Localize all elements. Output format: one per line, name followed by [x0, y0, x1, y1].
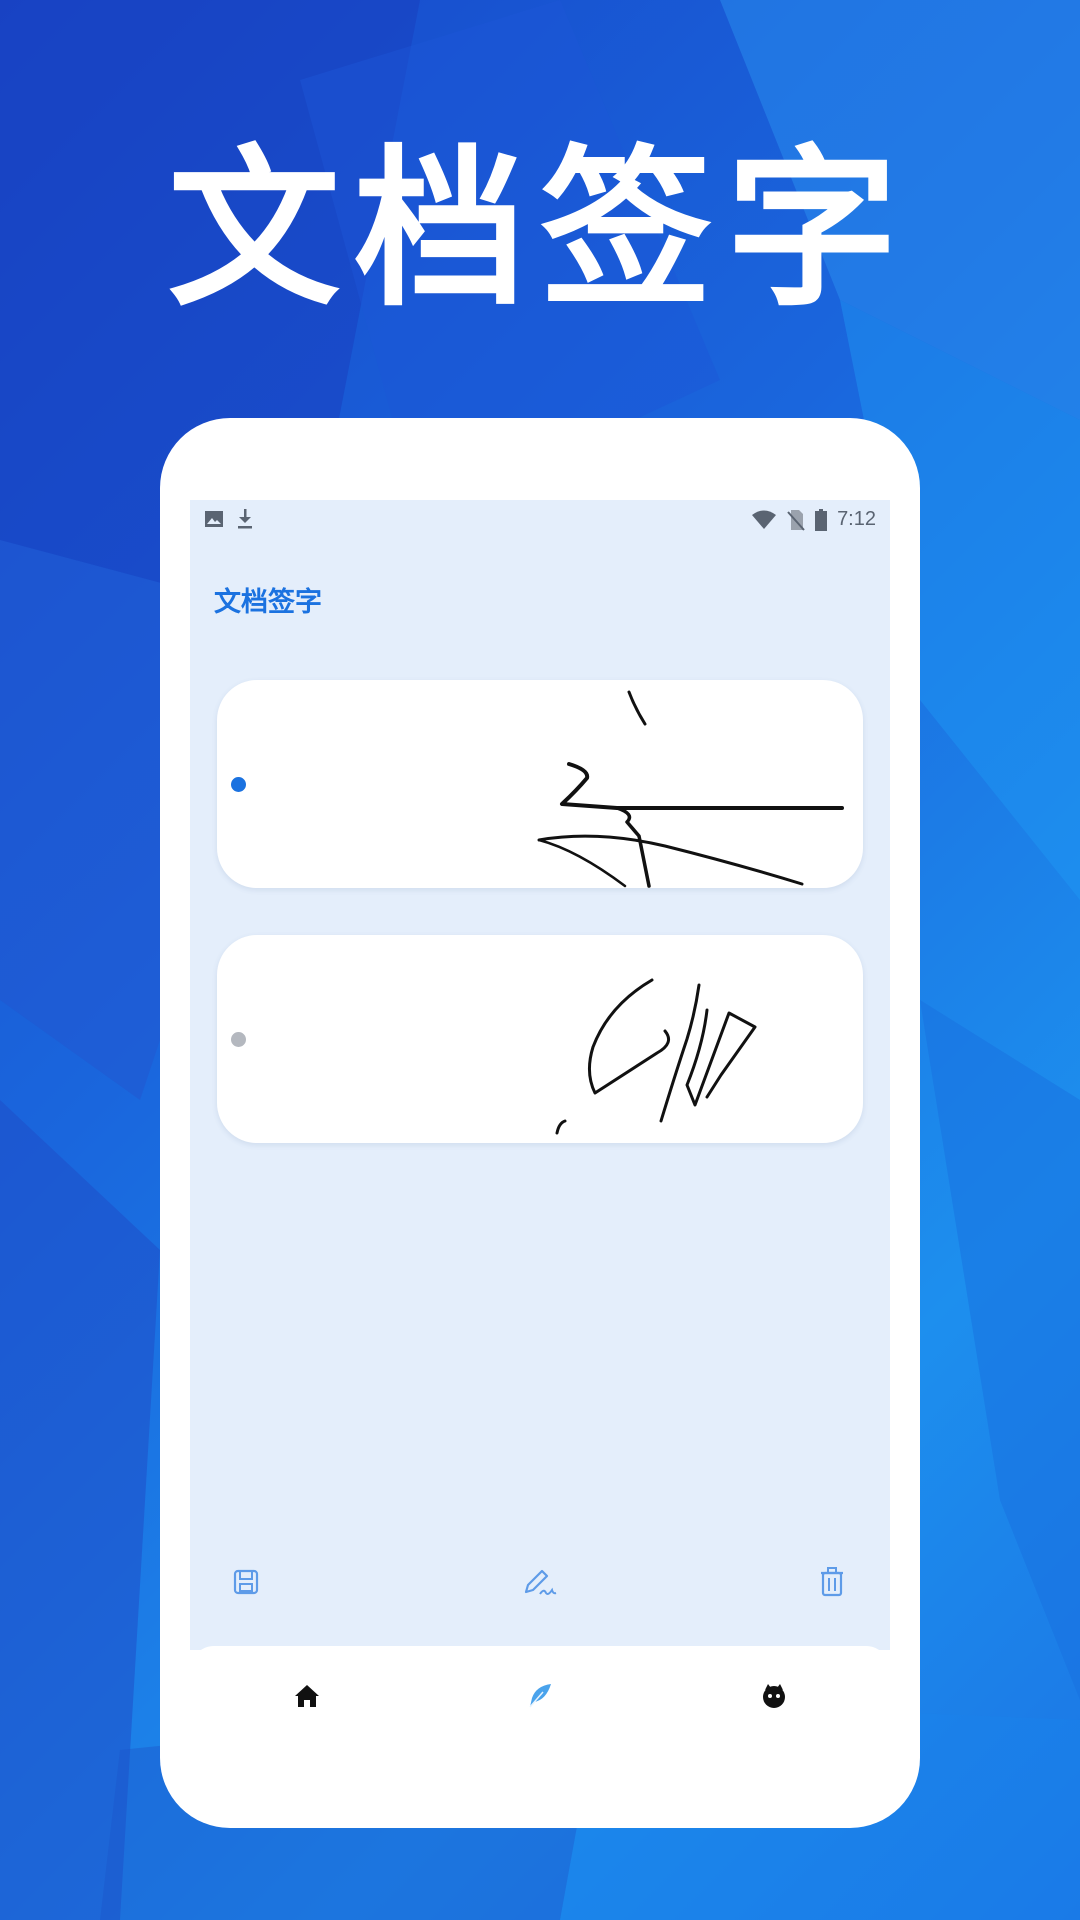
app-title: 文档签字 — [214, 587, 322, 618]
sign-button[interactable] — [520, 1560, 560, 1604]
nav-profile[interactable] — [752, 1674, 796, 1718]
nav-home[interactable] — [285, 1674, 329, 1718]
no-sim-icon — [787, 509, 805, 531]
image-icon — [205, 511, 223, 527]
signature-toolbar — [190, 1560, 890, 1610]
status-bar: 7:12 — [190, 500, 890, 540]
battery-icon — [815, 508, 828, 531]
signature-card[interactable] — [217, 935, 863, 1143]
download-icon — [238, 509, 252, 529]
nav-sign[interactable] — [518, 1674, 562, 1718]
signature-image — [555, 978, 757, 1135]
delete-button[interactable] — [812, 1560, 852, 1604]
signature-card[interactable] — [217, 680, 863, 888]
trash-icon — [821, 1567, 843, 1597]
bottom-navigation — [190, 1646, 890, 1746]
feather-icon — [529, 1684, 551, 1708]
app-screen: 7:12 文档签字 — [190, 500, 890, 1650]
save-button[interactable] — [226, 1560, 266, 1604]
home-icon — [295, 1685, 319, 1707]
profile-icon — [763, 1684, 785, 1708]
status-time: 7:12 — [837, 508, 876, 530]
promo-headline: 文档签字 — [168, 129, 912, 330]
signature-image — [537, 690, 844, 888]
sign-pen-icon — [524, 1569, 557, 1595]
save-icon — [233, 1569, 259, 1595]
wifi-icon — [752, 510, 777, 529]
